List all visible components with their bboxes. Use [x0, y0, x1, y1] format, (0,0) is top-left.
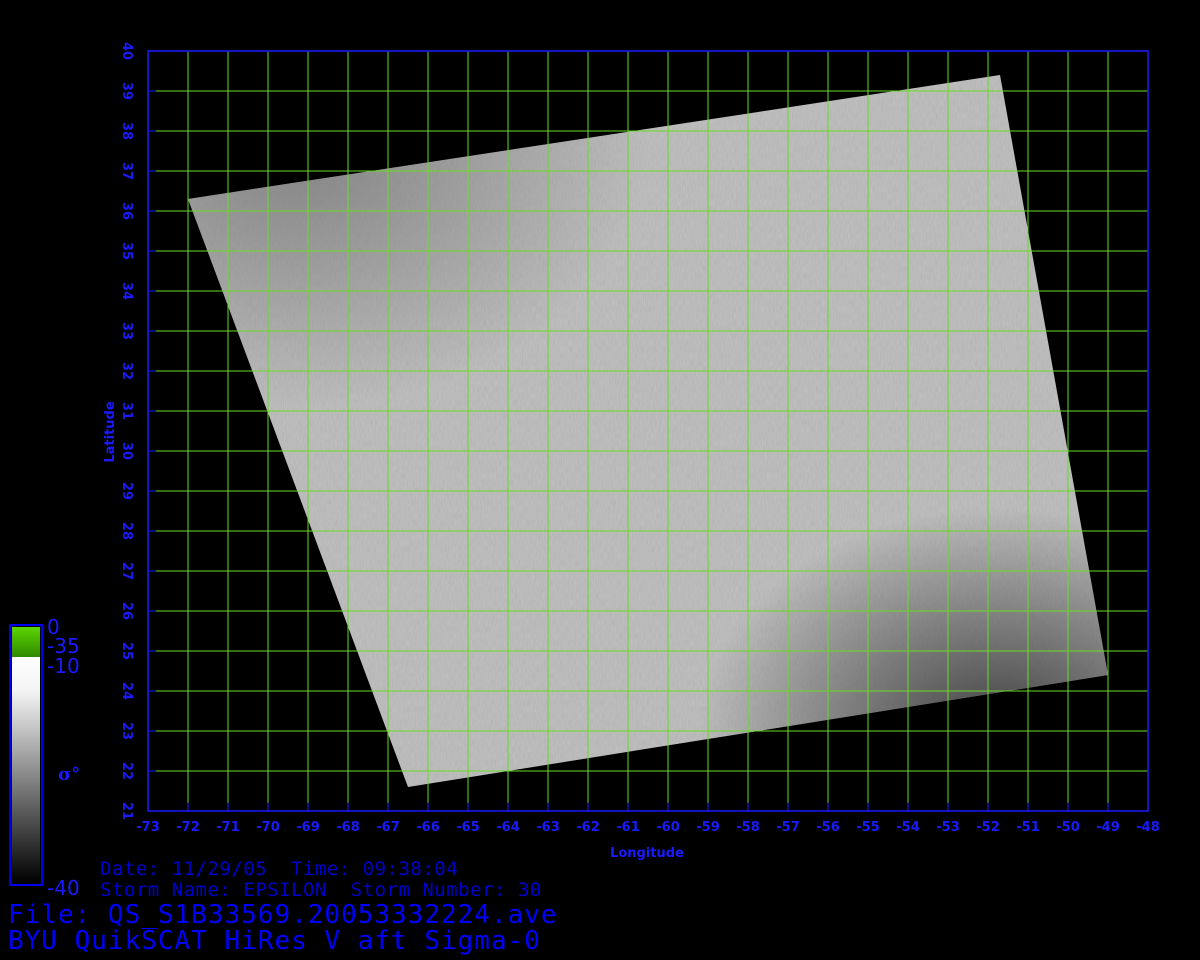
x-tick-label: -58	[736, 820, 760, 835]
sigma0-swath	[188, 75, 1108, 787]
colorbar-land-value: -35	[47, 634, 80, 658]
storm-line: Storm Name: EPSILON Storm Number: 30	[100, 879, 542, 901]
y-tick-label: 23	[119, 722, 134, 740]
y-tick-label: 21	[119, 802, 134, 820]
y-tick-label: 25	[119, 642, 134, 660]
x-tick-label: -65	[456, 820, 480, 835]
y-tick-label: 35	[119, 242, 134, 260]
x-tick-label: -54	[896, 820, 920, 835]
y-tick-label: 37	[119, 162, 134, 180]
x-tick-label: -48	[1136, 820, 1160, 835]
colorbar-upper-value: -10	[47, 654, 80, 678]
date-time-line: Date: 11/29/05 Time: 09:38:04	[100, 858, 459, 880]
y-tick-label: 31	[119, 402, 134, 420]
product-title-line: BYU QuikSCAT HiRes V aft Sigma-0	[8, 926, 541, 956]
colorbar-bottom-value: -40	[47, 876, 80, 900]
y-tick-label: 38	[119, 122, 134, 140]
x-tick-label: -73	[136, 820, 160, 835]
x-tick-label: -52	[976, 820, 1000, 835]
x-tick-label: -59	[696, 820, 720, 835]
y-tick-label: 29	[119, 482, 134, 500]
x-tick-label: -50	[1056, 820, 1080, 835]
x-tick-label: -49	[1096, 820, 1120, 835]
x-tick-label: -64	[496, 820, 520, 835]
x-tick-label: -72	[176, 820, 200, 835]
x-tick-label: -62	[576, 820, 600, 835]
x-tick-label: -57	[776, 820, 800, 835]
latitude-ticks: 21 22 23 24 25 26 27 28 29 30 31 32 33 34 35 36 37 38 39 40	[119, 42, 156, 820]
colorbar-land-segment	[12, 627, 40, 657]
x-tick-label: -53	[936, 820, 960, 835]
x-tick-label: -56	[816, 820, 840, 835]
y-tick-label: 39	[119, 82, 134, 100]
y-tick-label: 33	[119, 322, 134, 340]
y-tick-label: 27	[119, 562, 134, 580]
y-tick-label: 22	[119, 762, 134, 780]
x-tick-label: -68	[336, 820, 360, 835]
colorbar-sigma-label: σ°	[58, 764, 80, 785]
scatterometer-map: -73 -72 -71 -70 -69 -68 -67 -66 -65 -64 -63 -62 -61 -…	[9, 42, 1160, 886]
colorbar-gradient	[12, 657, 40, 883]
longitude-ticks: -73 -72 -71 -70 -69 -68 -67 -66 -65 -64 -63 -62 -61 -…	[136, 803, 1160, 835]
x-axis-label: Longitude	[610, 846, 684, 861]
x-tick-label: -51	[1016, 820, 1040, 835]
x-tick-label: -71	[216, 820, 240, 835]
y-tick-label: 40	[119, 42, 134, 60]
x-tick-label: -70	[256, 820, 280, 835]
x-tick-label: -55	[856, 820, 880, 835]
y-tick-label: 28	[119, 522, 134, 540]
y-tick-label: 34	[119, 282, 134, 300]
y-tick-label: 32	[119, 362, 134, 380]
y-tick-label: 24	[119, 682, 134, 700]
x-tick-label: -66	[416, 820, 440, 835]
x-tick-label: -67	[376, 820, 400, 835]
x-tick-label: -60	[656, 820, 680, 835]
x-tick-label: -63	[536, 820, 560, 835]
y-tick-label: 30	[119, 442, 134, 460]
y-axis-label: Latitude	[103, 401, 118, 463]
swath-shading	[188, 75, 1108, 787]
x-tick-label: -69	[296, 820, 320, 835]
y-tick-label: 26	[119, 602, 134, 620]
x-tick-label: -61	[616, 820, 640, 835]
y-tick-label: 36	[119, 202, 134, 220]
